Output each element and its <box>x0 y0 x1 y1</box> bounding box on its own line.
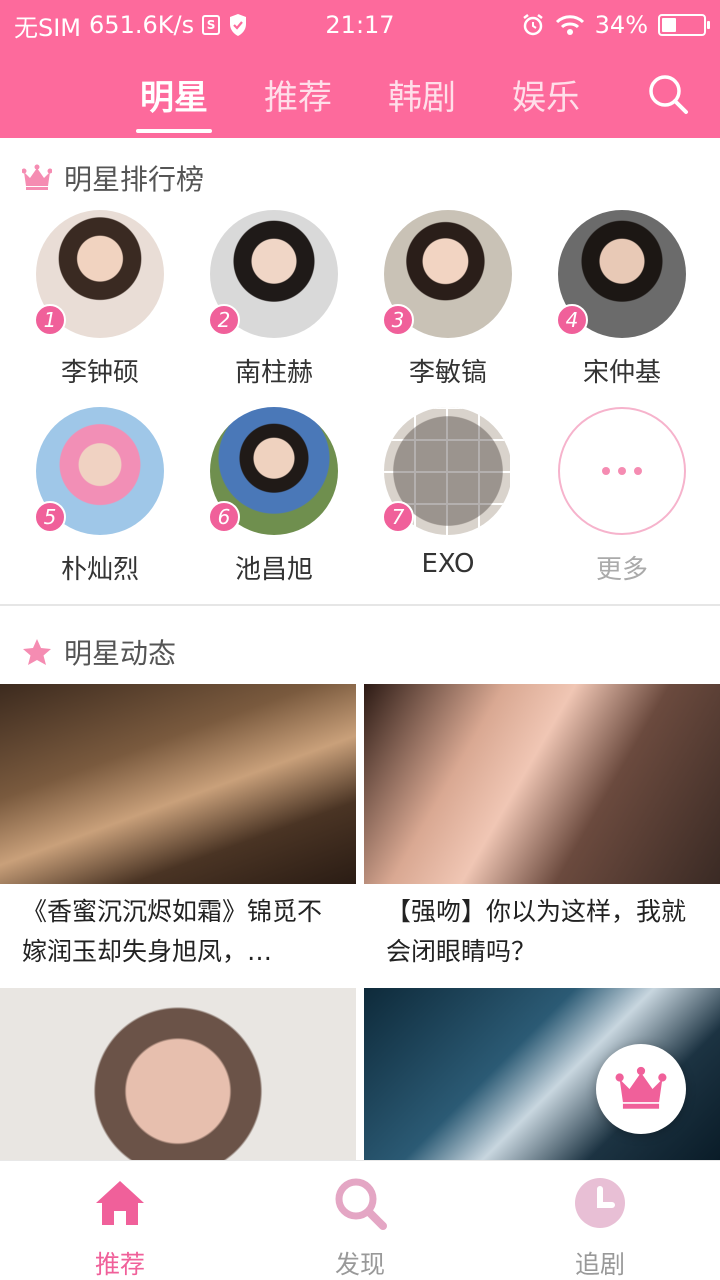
alarm-icon <box>522 14 543 36</box>
rank-name: 朴灿烈 <box>60 555 139 585</box>
rank-name: 南柱赫 <box>234 358 313 388</box>
search-icon[interactable] <box>646 72 690 116</box>
status-right: 34% <box>521 11 710 39</box>
status-bar: 无SIM 651.6K/s S 21:17 34% <box>0 0 720 50</box>
news-card-1[interactable]: 《香蜜沉沉烬如霜》锦觅不嫁润玉却失身旭凤，… <box>0 684 356 984</box>
bottom-tab-label: 推荐 <box>94 1250 145 1279</box>
rank-item-4[interactable]: 4 宋仲基 <box>535 210 709 389</box>
network-speed: 651.6K/s <box>89 11 195 39</box>
bottom-tab-recommend[interactable]: 推荐 <box>60 1175 180 1280</box>
avatar: 2 <box>208 210 338 338</box>
bottom-nav: 推荐 发现 追剧 <box>0 1160 720 1280</box>
ranking-header: 明星排行榜 <box>22 158 204 198</box>
rank-item-5[interactable]: 5 朴灿烈 <box>13 407 187 586</box>
avatar: 4 <box>556 210 686 338</box>
news-card-2[interactable]: 【强吻】你以为这样，我就会闭眼睛吗？ <box>364 684 720 984</box>
shield-icon <box>230 14 247 36</box>
news-card-title: 【强吻】你以为这样，我就会闭眼睛吗？ <box>386 897 687 966</box>
top-nav: 明星 推荐 韩剧 娱乐 <box>0 50 720 138</box>
rank-badge: 7 <box>382 501 414 533</box>
avatar: 1 <box>34 210 164 338</box>
news-card-3[interactable] <box>0 988 356 1160</box>
more-dot <box>602 467 610 475</box>
crown-icon <box>615 1066 667 1109</box>
rank-badge: 6 <box>208 501 240 533</box>
tab-kdrama[interactable]: 韩剧 <box>388 70 456 128</box>
rank-badge: 2 <box>208 304 240 336</box>
news-header: 明星动态 <box>22 632 176 672</box>
rank-badge: 4 <box>556 304 588 336</box>
battery-icon <box>658 14 710 36</box>
tab-stars[interactable]: 明星 <box>136 70 212 133</box>
bottom-tab-follow[interactable]: 追剧 <box>540 1175 660 1280</box>
rank-item-3[interactable]: 3 李敏镐 <box>361 210 535 389</box>
bottom-tab-label: 追剧 <box>574 1250 625 1279</box>
rank-item-2[interactable]: 2 南柱赫 <box>187 210 361 389</box>
star-icon <box>23 639 51 665</box>
battery-percent: 34% <box>594 11 648 39</box>
avatar: 7 <box>382 407 512 535</box>
news-thumbnail <box>364 684 720 884</box>
crown-icon <box>22 164 52 190</box>
app-screen: 无SIM 651.6K/s S 21:17 34% 明星 推荐 韩剧 娱乐 明星… <box>0 0 720 1280</box>
rank-name: 李敏镐 <box>408 358 487 388</box>
news-thumbnail <box>0 684 356 884</box>
more-button[interactable] <box>558 407 686 535</box>
battery-level <box>662 18 676 32</box>
tab-entertainment[interactable]: 娱乐 <box>512 70 580 128</box>
wifi-icon <box>555 15 584 35</box>
tab-recommend[interactable]: 推荐 <box>264 70 332 128</box>
s-app-icon: S <box>202 15 221 35</box>
news-card-title: 《香蜜沉沉烬如霜》锦觅不嫁润玉却失身旭凤，… <box>22 897 323 966</box>
rank-item-6[interactable]: 6 池昌旭 <box>187 407 361 586</box>
rank-badge: 3 <box>382 304 414 336</box>
more-dot <box>634 467 642 475</box>
rank-name: EXO <box>421 549 475 579</box>
news-thumbnail <box>0 988 356 1160</box>
sim-status: 无SIM <box>14 13 82 42</box>
bottom-tab-discover[interactable]: 发现 <box>300 1175 420 1280</box>
status-left: 无SIM 651.6K/s S <box>14 8 248 43</box>
rank-badge: 5 <box>34 501 66 533</box>
avatar: 3 <box>382 210 512 338</box>
rank-item-1[interactable]: 1 李钟硕 <box>13 210 187 389</box>
rank-name: 池昌旭 <box>234 555 313 585</box>
crown-fab-button[interactable] <box>596 1044 686 1134</box>
avatar: 6 <box>208 407 338 535</box>
more-label: 更多 <box>595 555 648 585</box>
rank-more[interactable]: 更多 <box>535 407 709 586</box>
avatar: 5 <box>34 407 164 535</box>
rank-item-7[interactable]: 7 EXO <box>361 407 535 579</box>
ranking-title: 明星排行榜 <box>64 163 205 196</box>
rank-name: 李钟硕 <box>60 358 139 388</box>
discover-search-icon <box>335 1178 387 1230</box>
rank-badge: 1 <box>34 304 66 336</box>
more-dot <box>618 467 626 475</box>
home-icon <box>96 1181 144 1225</box>
bottom-tab-label: 发现 <box>334 1250 385 1279</box>
rank-name: 宋仲基 <box>582 358 661 388</box>
section-divider <box>0 604 720 606</box>
news-title: 明星动态 <box>64 637 177 670</box>
clock-icon <box>575 1178 625 1228</box>
